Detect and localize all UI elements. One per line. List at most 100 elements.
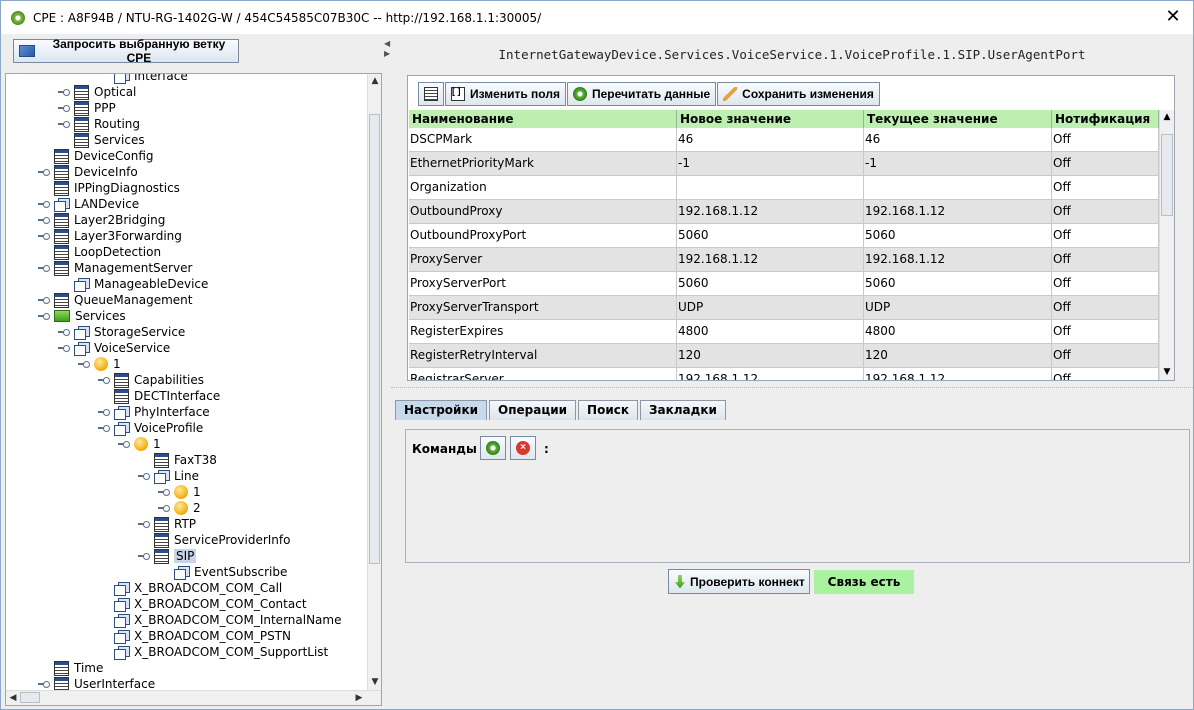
table-row[interactable]: EthernetPriorityMark -1 -1 Off (409, 152, 1159, 176)
tree-horizontal-scrollbar[interactable]: ◀ ▶ (6, 690, 381, 705)
cell-new-value[interactable]: 46 (677, 128, 864, 152)
tree-expand-toggle[interactable] (58, 103, 70, 113)
table-row[interactable]: OutboundProxy 192.168.1.12 192.168.1.12 Off (409, 200, 1159, 224)
grid-scroll-thumb[interactable] (1161, 134, 1173, 216)
tree-node[interactable]: X_BROADCOM_COM_PSTN (114, 628, 291, 644)
save-changes-button[interactable]: Сохранить изменения (717, 82, 880, 106)
tree-expand-toggle[interactable] (138, 471, 150, 481)
tree-expand-toggle[interactable] (58, 87, 70, 97)
tree-node[interactable]: DeviceInfo (54, 164, 138, 180)
tab-operations[interactable]: Операции (489, 400, 577, 420)
tree-node[interactable]: X_BROADCOM_COM_Call (114, 580, 282, 596)
cell-notification[interactable]: Off (1052, 128, 1159, 152)
tree-node[interactable]: Line (154, 468, 199, 484)
tree-vertical-scrollbar[interactable]: ▲ ▼ (367, 74, 381, 690)
tree-node[interactable]: Capabilities (114, 372, 204, 388)
tree-expand-toggle[interactable] (98, 423, 110, 433)
tree-node[interactable]: DeviceConfig (54, 148, 154, 164)
tree-expand-toggle[interactable] (98, 375, 110, 385)
tree-node[interactable]: FaxT38 (154, 452, 217, 468)
tree-expand-toggle[interactable] (38, 215, 50, 225)
tree-expand-toggle[interactable] (158, 487, 170, 497)
tree-expand-toggle[interactable] (38, 167, 50, 177)
tree-expand-toggle[interactable] (38, 199, 50, 209)
scroll-thumb[interactable] (369, 114, 380, 564)
tree-node[interactable]: Layer3Forwarding (54, 228, 182, 244)
cell-new-value[interactable]: 120 (677, 344, 864, 368)
table-row[interactable]: DSCPMark 46 46 Off (409, 128, 1159, 152)
tree-expand-toggle[interactable] (58, 343, 70, 353)
scroll-right-icon[interactable]: ▶ (352, 691, 366, 705)
tree-node[interactable]: Time (54, 660, 103, 676)
tree-node[interactable]: 1 (94, 356, 121, 372)
tree-node[interactable]: Services (54, 308, 126, 324)
tab-settings[interactable]: Настройки (395, 400, 488, 420)
cell-notification[interactable]: Off (1052, 176, 1159, 200)
tree-node[interactable]: X_BROADCOM_COM_InternalName (114, 612, 341, 628)
grid-scroll-up-icon[interactable]: ▲ (1160, 110, 1174, 124)
tree-node[interactable]: Interface (114, 74, 188, 84)
cell-notification[interactable]: Off (1052, 224, 1159, 248)
cell-notification[interactable]: Off (1052, 152, 1159, 176)
tree-node[interactable]: 1 (174, 484, 201, 500)
table-row[interactable]: RegisterRetryInterval 120 120 Off (409, 344, 1159, 368)
table-row[interactable]: ProxyServerTransport UDP UDP Off (409, 296, 1159, 320)
tree-node[interactable]: ServiceProviderInfo (154, 532, 290, 548)
tree-node[interactable]: LoopDetection (54, 244, 161, 260)
tree-expand-toggle[interactable] (78, 359, 90, 369)
cell-new-value[interactable]: -1 (677, 152, 864, 176)
tree-expand-toggle[interactable] (38, 679, 50, 689)
tree-node[interactable]: Services (74, 132, 145, 148)
scroll-down-icon[interactable]: ▼ (368, 675, 381, 689)
tree-node[interactable]: Optical (74, 84, 136, 100)
tree-node[interactable]: Routing (74, 116, 140, 132)
column-header-notification[interactable]: Нотификация (1052, 110, 1159, 128)
tree-node[interactable]: 2 (174, 500, 201, 516)
cell-new-value[interactable] (677, 176, 864, 200)
hscroll-thumb[interactable] (20, 692, 40, 703)
tree-node[interactable]: VoiceProfile (114, 420, 203, 436)
collapse-left-icon[interactable]: ◀ (384, 39, 390, 48)
tree-expand-toggle[interactable] (138, 551, 150, 561)
horizontal-splitter[interactable] (391, 387, 1193, 393)
tree-node[interactable]: EventSubscribe (174, 564, 287, 580)
reread-button[interactable]: Перечитать данные (566, 82, 717, 106)
request-branch-button[interactable]: Запросить выбранную ветку CPE (13, 37, 239, 65)
tab-bookmarks[interactable]: Закладки (640, 400, 726, 420)
tree-node[interactable]: ManageableDevice (74, 276, 208, 292)
collapse-right-icon[interactable]: ▶ (384, 49, 390, 58)
tree-expand-toggle[interactable] (38, 263, 50, 273)
tree-expand-toggle[interactable] (38, 295, 50, 305)
tree-expand-toggle[interactable] (38, 311, 50, 321)
tree-node[interactable]: ManagementServer (54, 260, 192, 276)
cell-notification[interactable]: Off (1052, 296, 1159, 320)
tree-node[interactable]: DECTInterface (114, 388, 220, 404)
table-row[interactable]: ProxyServerPort 5060 5060 Off (409, 272, 1159, 296)
tree-node[interactable]: QueueManagement (54, 292, 192, 308)
tree-node[interactable]: RTP (154, 516, 196, 532)
cell-new-value[interactable]: 5060 (677, 272, 864, 296)
cell-new-value[interactable]: 192.168.1.12 (677, 368, 864, 380)
cell-notification[interactable]: Off (1052, 344, 1159, 368)
tree-expand-toggle[interactable] (58, 327, 70, 337)
table-row[interactable]: RegisterExpires 4800 4800 Off (409, 320, 1159, 344)
tree-node[interactable]: X_BROADCOM_COM_Contact (114, 596, 307, 612)
tree-expand-toggle[interactable] (158, 503, 170, 513)
cell-new-value[interactable]: 192.168.1.12 (677, 200, 864, 224)
cell-new-value[interactable]: 5060 (677, 224, 864, 248)
cell-notification[interactable]: Off (1052, 320, 1159, 344)
column-header-current-value[interactable]: Текущее значение (864, 110, 1052, 128)
cell-new-value[interactable]: 192.168.1.12 (677, 248, 864, 272)
cell-new-value[interactable]: UDP (677, 296, 864, 320)
cell-notification[interactable]: Off (1052, 248, 1159, 272)
tree-node[interactable]: X_BROADCOM_COM_SupportList (114, 644, 328, 660)
tree-node[interactable]: 1 (134, 436, 161, 452)
tree-node[interactable]: UserInterface (54, 676, 155, 690)
tab-search[interactable]: Поиск (578, 400, 638, 420)
tree-expand-toggle[interactable] (118, 439, 130, 449)
tree-expand-toggle[interactable] (138, 519, 150, 529)
table-row[interactable]: ProxyServer 192.168.1.12 192.168.1.12 Off (409, 248, 1159, 272)
scroll-left-icon[interactable]: ◀ (6, 691, 20, 705)
tree-node[interactable]: PhyInterface (114, 404, 210, 420)
column-header-new-value[interactable]: Новое значение (677, 110, 864, 128)
